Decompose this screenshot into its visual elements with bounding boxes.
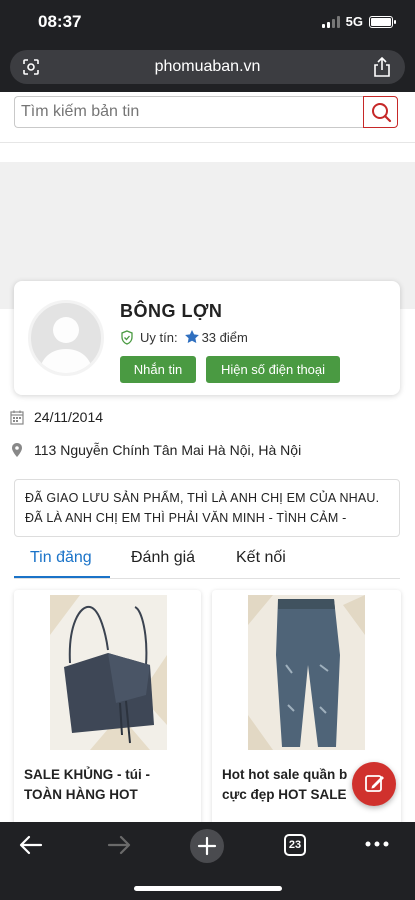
product-image-bag[interactable] [50, 595, 167, 750]
profile-tabs: Tin đăng Đánh giá Kết nối [14, 541, 400, 579]
calendar-icon [10, 410, 24, 425]
new-tab-button[interactable] [190, 829, 224, 863]
status-indicators: 5G [321, 14, 396, 29]
shop-description: ĐÃ GIAO LƯU SẢN PHẨM, THÌ LÀ ANH CHỊ EM … [14, 479, 400, 537]
address: 113 Nguyễn Chính Tân Mai Hà Nội, Hà Nội [34, 442, 302, 458]
edit-icon [365, 775, 384, 792]
back-arrow-icon[interactable] [18, 834, 44, 856]
forward-arrow-icon[interactable] [106, 834, 132, 856]
battery-icon [369, 15, 396, 28]
show-phone-button[interactable]: Hiện số điện thoại [206, 356, 340, 383]
join-date: 24/11/2014 [34, 409, 104, 425]
url-text[interactable]: phomuaban.vn [10, 58, 405, 76]
avatar [28, 300, 104, 376]
address-bar[interactable]: phomuaban.vn [10, 50, 405, 84]
tab-switcher-button[interactable]: 23 [284, 834, 306, 856]
network-label: 5G [345, 14, 363, 29]
browser-bottom-toolbar: 23 [0, 822, 415, 900]
status-time: 08:37 [38, 12, 82, 31]
message-button[interactable]: Nhắn tin [120, 356, 196, 383]
post-listing-button[interactable] [352, 762, 396, 806]
search-row [0, 92, 415, 142]
tab-connections[interactable]: Kết nối [236, 549, 286, 567]
shield-check-icon [121, 329, 133, 345]
user-silhouette-icon [39, 317, 93, 373]
location-pin-icon [12, 443, 22, 457]
share-icon[interactable] [373, 57, 391, 77]
tab-reviews[interactable]: Đánh giá [131, 549, 195, 567]
join-date-row: 24/11/2014 [10, 409, 103, 425]
trust-row: Uy tín: 33 điểm [120, 329, 248, 345]
search-button[interactable] [363, 96, 398, 128]
plus-icon [197, 836, 217, 856]
product-title[interactable]: Hot hot sale quần b cực đẹp HOT SALE [222, 765, 347, 805]
product-card[interactable]: SALE KHỦNG - túi - TOÀN HÀNG HOT [14, 590, 201, 830]
product-image-jeans[interactable] [248, 595, 365, 750]
browser-top-chrome: 08:37 5G phomuaban.vn [0, 0, 415, 92]
address-row: 113 Nguyễn Chính Tân Mai Hà Nội, Hà Nội [10, 442, 301, 458]
product-title[interactable]: SALE KHỦNG - túi - TOÀN HÀNG HOT [24, 765, 150, 805]
trust-points: 33 điểm [201, 329, 248, 345]
tab-listings[interactable]: Tin đăng [30, 549, 92, 567]
signal-icon [321, 15, 340, 28]
active-tab-indicator [14, 576, 110, 578]
search-icon [372, 103, 392, 123]
trust-label: Uy tín: [140, 329, 178, 345]
more-menu-icon[interactable] [364, 840, 390, 848]
star-icon [184, 330, 199, 343]
profile-card: BÔNG LỢN Uy tín: 33 điểm Nhắn tin Hiện s… [14, 281, 400, 395]
divider [0, 142, 415, 143]
search-input[interactable] [14, 96, 364, 128]
home-indicator [134, 886, 282, 891]
shop-name: BÔNG LỢN [120, 301, 223, 321]
